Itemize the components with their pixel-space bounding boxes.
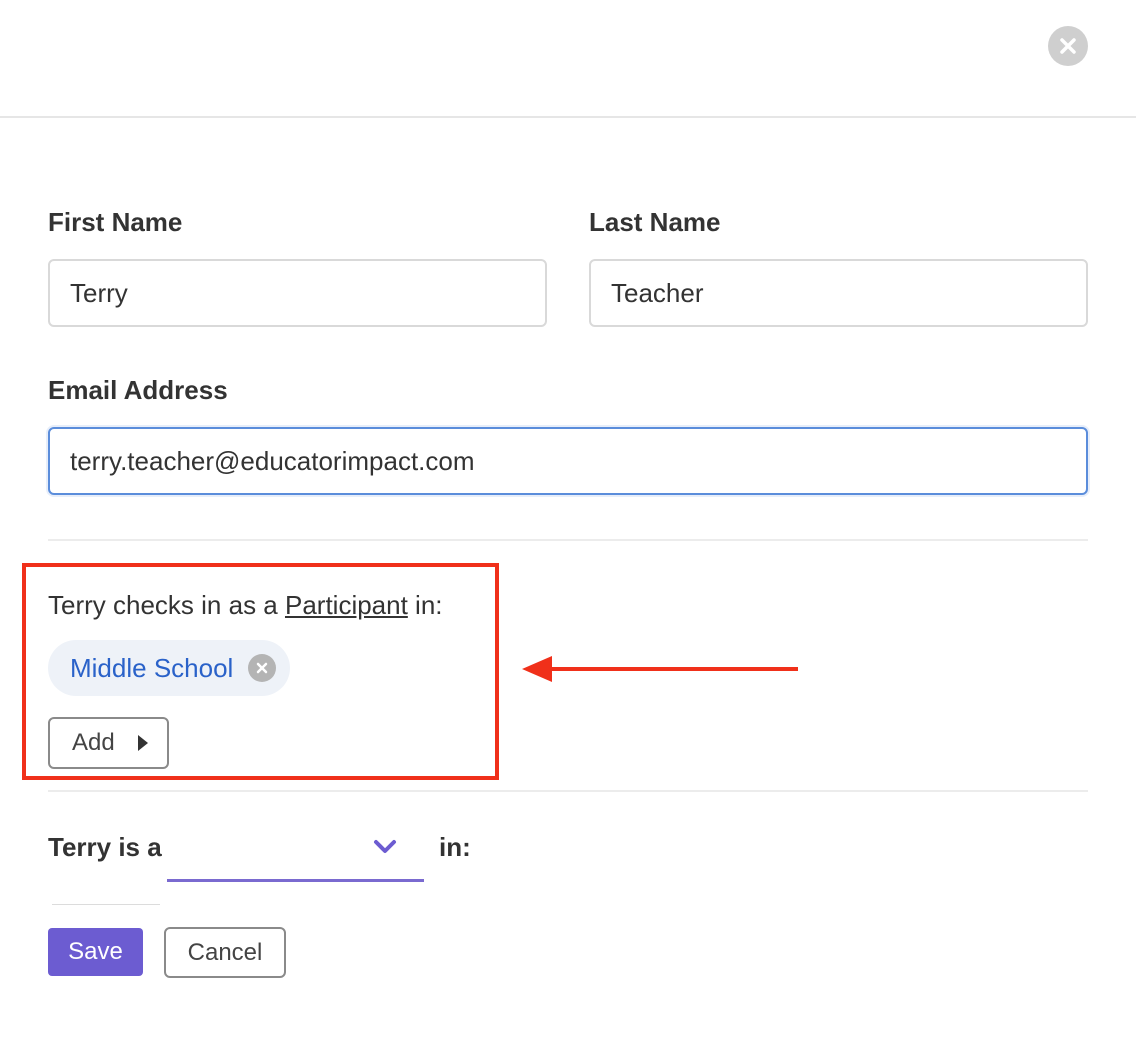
arrow-left-icon bbox=[522, 656, 798, 682]
close-icon bbox=[1060, 38, 1076, 54]
empty-list-divider bbox=[52, 904, 160, 905]
chevron-down-icon bbox=[374, 840, 396, 853]
cancel-button[interactable]: Cancel bbox=[164, 927, 286, 978]
last-name-label: Last Name bbox=[589, 207, 721, 237]
role-prefix: Terry is a bbox=[48, 832, 162, 862]
header-divider bbox=[0, 116, 1136, 118]
role-select[interactable] bbox=[167, 822, 424, 882]
save-button[interactable]: Save bbox=[48, 928, 143, 976]
role-suffix: in: bbox=[439, 832, 471, 862]
last-name-input[interactable] bbox=[589, 259, 1088, 327]
first-name-input[interactable] bbox=[48, 259, 547, 327]
section-divider bbox=[48, 539, 1088, 541]
email-input[interactable] bbox=[48, 427, 1088, 495]
close-button[interactable] bbox=[1048, 26, 1088, 66]
annotation-highlight-box bbox=[22, 563, 499, 780]
section-divider-2 bbox=[48, 790, 1088, 792]
email-label: Email Address bbox=[48, 375, 228, 405]
first-name-label: First Name bbox=[48, 207, 183, 237]
